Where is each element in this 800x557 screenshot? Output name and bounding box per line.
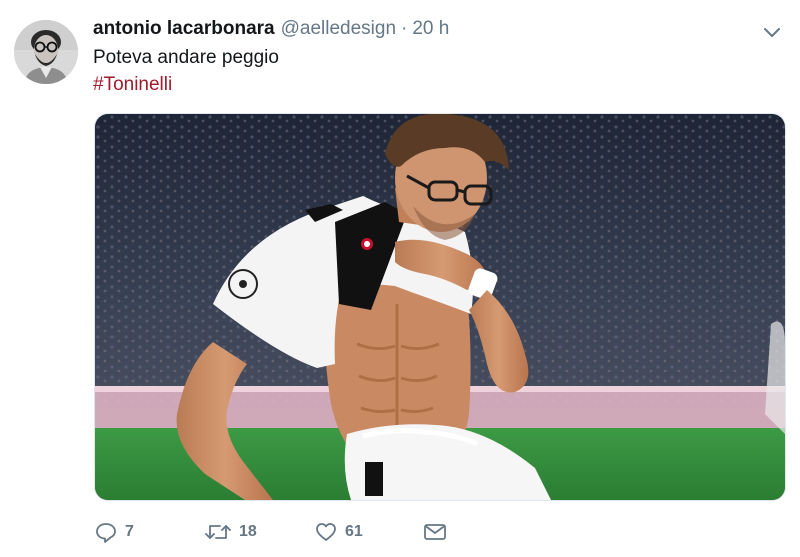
photo-image — [95, 114, 785, 500]
tweet-header: antonio lacarbonara @aelledesign · 20 h — [93, 18, 449, 44]
author-handle[interactable]: @aelledesign — [281, 18, 396, 40]
hashtag-link[interactable]: #Toninelli — [93, 73, 172, 97]
reply-button[interactable]: 7 — [95, 517, 134, 547]
like-button[interactable]: 61 — [315, 517, 363, 547]
tweet-photo[interactable] — [94, 113, 786, 501]
share-via-message-button[interactable] — [423, 517, 447, 547]
like-count: 61 — [345, 523, 363, 540]
chevron-down-icon — [764, 28, 780, 37]
reply-icon — [96, 523, 116, 543]
retweet-count: 18 — [239, 523, 257, 540]
mail-icon — [424, 524, 446, 540]
tweet-card[interactable]: antonio lacarbonara @aelledesign · 20 h … — [0, 0, 800, 557]
retweet-button[interactable]: 18 — [205, 517, 257, 547]
retweet-icon — [205, 525, 231, 539]
tweet-actions: 7 18 61 — [95, 517, 495, 547]
tweet-menu-button[interactable] — [762, 22, 782, 42]
avatar[interactable] — [14, 20, 78, 84]
separator-dot: · — [401, 18, 408, 39]
tweet-text: Poteva andare peggio — [93, 47, 279, 68]
tweet-time[interactable]: 20 h — [412, 18, 449, 40]
author-name[interactable]: antonio lacarbonara — [93, 18, 275, 40]
heart-icon — [316, 523, 336, 541]
avatar-image — [14, 20, 78, 84]
reply-count: 7 — [125, 523, 134, 540]
